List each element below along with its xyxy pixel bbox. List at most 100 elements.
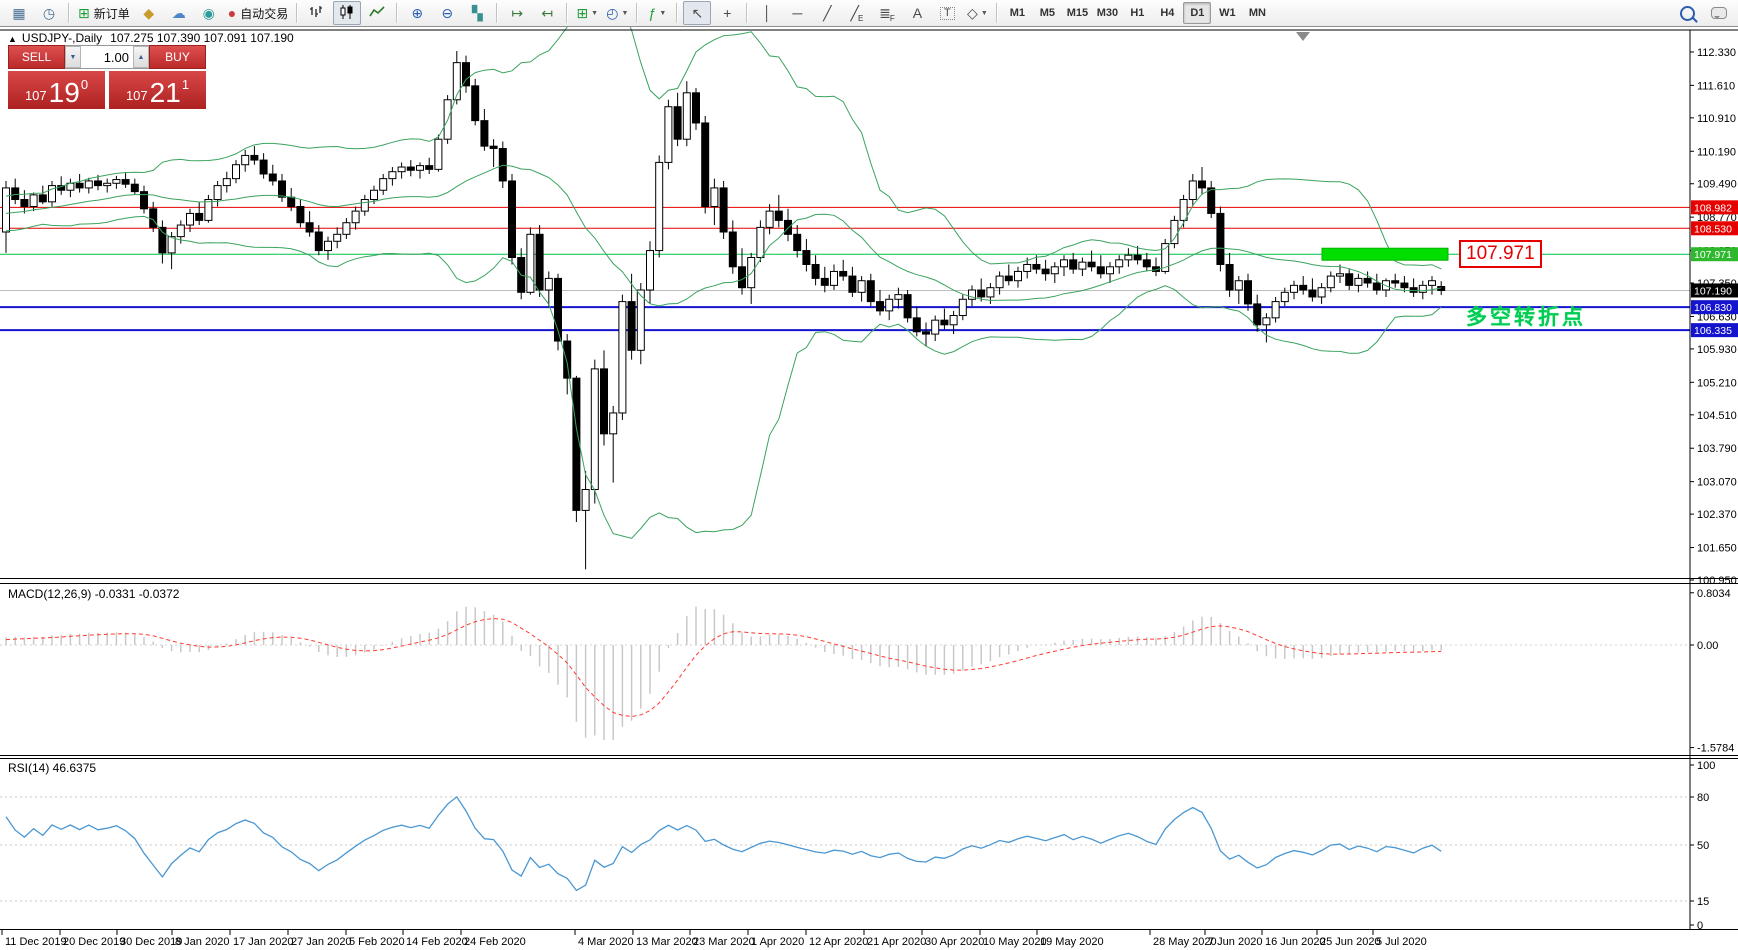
candle-up <box>1079 262 1086 269</box>
vertical-line-button[interactable]: │ <box>753 1 781 25</box>
candle-down <box>297 206 304 222</box>
candle-up <box>343 223 350 235</box>
auto-scroll-button[interactable]: ↦ <box>503 1 531 25</box>
candle-down <box>978 290 985 297</box>
date-axis-label: 11 Dec 2019 <box>5 936 67 948</box>
price-axis-label: 111.610 <box>1697 80 1735 92</box>
buy-price-base: 107 <box>126 88 148 103</box>
volume-input[interactable] <box>81 46 133 68</box>
candle-up <box>1015 271 1022 280</box>
signals-button[interactable]: ◉ <box>195 1 223 25</box>
zoom-out-button[interactable]: ⊖ <box>433 1 461 25</box>
turning-point-note[interactable]: 多空转折点 <box>1466 301 1586 331</box>
candle-down <box>1245 281 1252 304</box>
date-axis-label: 7 Jun 2020 <box>1208 936 1262 948</box>
candle-down <box>1143 260 1150 267</box>
candle-up <box>831 271 838 285</box>
crosshair-button[interactable]: + <box>713 1 741 25</box>
buy-button[interactable]: BUY <box>149 45 206 69</box>
candle-down <box>21 200 28 207</box>
chart-shift-button[interactable]: ↤ <box>533 1 561 25</box>
volume-decrement-button[interactable]: ▼ <box>65 46 81 68</box>
candle-down <box>260 160 267 174</box>
buy-price-button[interactable]: 107211 <box>109 71 206 109</box>
autotrading-button[interactable]: ●自动交易 <box>225 1 291 25</box>
timeframe-m15[interactable]: M15 <box>1063 2 1091 24</box>
horizontal-line-button[interactable]: ─ <box>783 1 811 25</box>
candle-down <box>913 318 920 332</box>
timeframe-h4[interactable]: H4 <box>1153 2 1181 24</box>
candle-up <box>637 290 644 350</box>
candle-up <box>389 172 396 179</box>
candlestick-chart-button[interactable] <box>333 1 361 25</box>
new-order-icon: ⊞ <box>78 6 90 20</box>
chat-button[interactable] <box>1705 1 1733 25</box>
tick-chart-icon: ◷ <box>43 6 55 20</box>
chart-window-button[interactable]: ▦ <box>5 1 33 25</box>
timeframe-m30[interactable]: M30 <box>1093 2 1121 24</box>
candle-up <box>591 369 598 490</box>
line-chart-button[interactable] <box>363 1 391 25</box>
price-axis-label: 105.210 <box>1697 377 1737 389</box>
timeframe-h1[interactable]: H1 <box>1123 2 1151 24</box>
timeframe-d1[interactable]: D1 <box>1183 2 1211 24</box>
new-order-button[interactable]: ⊞新订单 <box>75 1 133 25</box>
bar-chart-button[interactable] <box>303 1 331 25</box>
fibonacci-button[interactable]: ≣F <box>873 1 901 25</box>
text-button[interactable]: A <box>903 1 931 25</box>
resistance-price-label[interactable]: 107.971 <box>1459 240 1542 268</box>
sell-button[interactable]: SELL <box>8 45 65 69</box>
search-button[interactable] <box>1675 1 1703 25</box>
candle-down <box>407 167 414 170</box>
price-badge-label: 107.971 <box>1694 249 1732 261</box>
highlight-rectangle[interactable] <box>1322 248 1448 260</box>
indicators-icon: ƒ <box>649 6 657 20</box>
candle-up <box>1171 220 1178 243</box>
timeframe-m1[interactable]: M1 <box>1003 2 1031 24</box>
indicators-button[interactable]: ƒ▼ <box>643 1 671 25</box>
price-axis-label: 101.650 <box>1697 543 1737 555</box>
new-chart-icon: ⊞ <box>576 6 588 20</box>
rsi-line <box>6 797 1441 891</box>
toolbar-separator <box>996 3 998 23</box>
equidistant-channel-button[interactable]: ╱E <box>843 1 871 25</box>
candlestick-chart-icon <box>339 5 355 21</box>
date-axis-label: 16 Jun 2020 <box>1265 936 1326 948</box>
candle-down <box>131 184 138 191</box>
horizontal-line-icon: ─ <box>792 6 802 20</box>
candle-down <box>1042 269 1049 274</box>
trendline-button[interactable]: ╱ <box>813 1 841 25</box>
candle-up <box>417 166 424 171</box>
styler-button[interactable]: ◆ <box>135 1 163 25</box>
volume-increment-button[interactable]: ▲ <box>133 46 149 68</box>
label-button[interactable]: T <box>933 1 961 25</box>
toolbar-separator <box>636 3 638 23</box>
zoom-in-icon: ⊕ <box>411 6 423 20</box>
one-click-trading-panel: SELL ▼ ▲ BUY 107190 107211 <box>8 45 206 109</box>
date-axis-label: 17 Jan 2020 <box>233 936 294 948</box>
shapes-button[interactable]: ◇▼ <box>963 1 991 25</box>
tile-windows-button[interactable]: ▚ <box>463 1 491 25</box>
timeframe-mn[interactable]: MN <box>1243 2 1271 24</box>
new-chart-button[interactable]: ⊞▼ <box>573 1 601 25</box>
cloud-button[interactable]: ☁ <box>165 1 193 25</box>
candle-up <box>683 93 690 139</box>
candle-down <box>628 302 635 351</box>
candle-up <box>371 190 378 199</box>
candle-up <box>214 186 221 200</box>
candle-down <box>76 183 83 188</box>
timeframe-w1[interactable]: W1 <box>1213 2 1241 24</box>
candle-up <box>177 225 184 237</box>
candle-down <box>1309 290 1316 297</box>
profiles-button[interactable]: ◴▼ <box>603 1 631 25</box>
panel-toggle-icon[interactable]: ▲ <box>8 34 17 44</box>
zoom-in-button[interactable]: ⊕ <box>403 1 431 25</box>
volume-spinner: ▼ ▲ <box>65 45 149 69</box>
timeframe-m5[interactable]: M5 <box>1033 2 1061 24</box>
buy-price-pips: 21 <box>150 80 181 106</box>
tick-chart-button[interactable]: ◷ <box>35 1 63 25</box>
sell-price-button[interactable]: 107190 <box>8 71 105 109</box>
price-badge-label: 106.335 <box>1694 325 1732 337</box>
candle-up <box>647 251 654 290</box>
cursor-button[interactable]: ↖ <box>683 1 711 25</box>
